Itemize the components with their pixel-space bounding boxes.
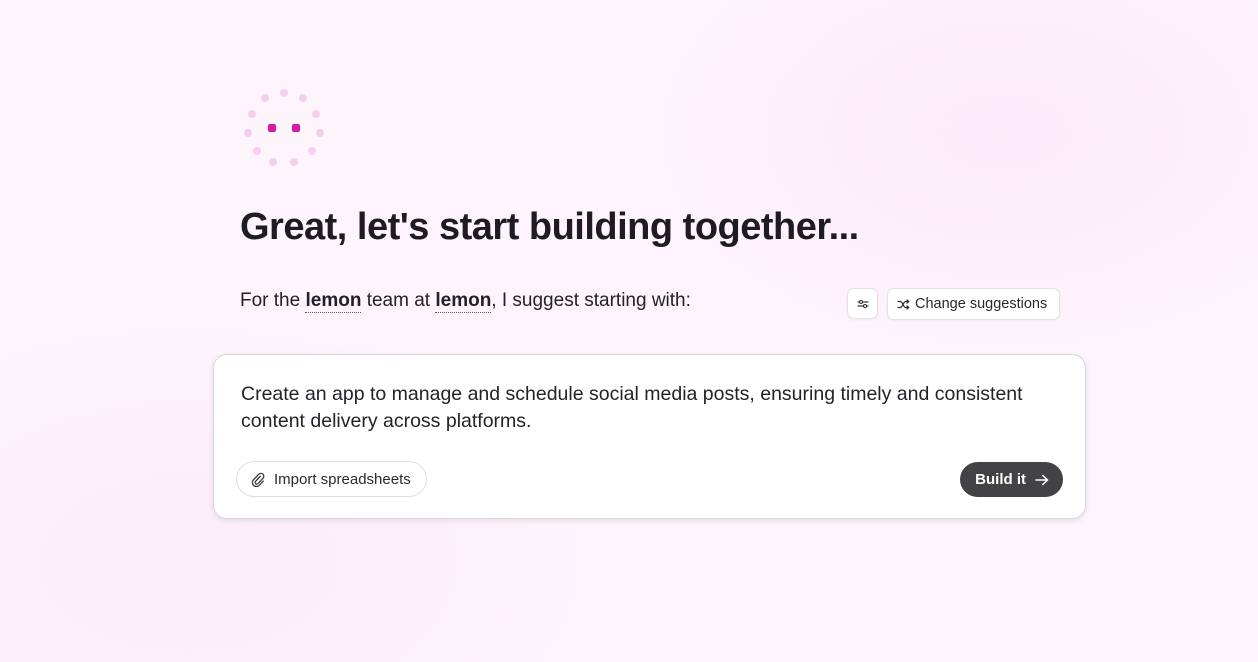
suggestion-intro: For the lemon team at lemon, I suggest s… xyxy=(240,290,691,313)
paperclip-icon xyxy=(251,472,265,487)
spinner-eye-left xyxy=(268,124,276,132)
change-suggestions-button[interactable]: Change suggestions xyxy=(887,288,1061,320)
build-it-label: Build it xyxy=(975,471,1026,488)
page-title: Great, let's start building together... xyxy=(240,206,859,248)
suggestion-card[interactable]: Create an app to manage and schedule soc… xyxy=(213,354,1086,519)
suggestion-middle: team at xyxy=(361,290,436,311)
suggestion-suffix: , I suggest starting with: xyxy=(491,290,691,311)
team-name[interactable]: lemon xyxy=(305,290,362,313)
suggestion-prompt-text: Create an app to manage and schedule soc… xyxy=(241,383,1023,432)
sliders-icon xyxy=(856,299,869,309)
suggestion-prefix: For the xyxy=(240,290,306,311)
change-suggestions-label: Change suggestions xyxy=(915,296,1048,312)
import-spreadsheets-label: Import spreadsheets xyxy=(274,470,411,488)
suggestion-settings-button[interactable] xyxy=(847,288,878,319)
loading-spinner-icon xyxy=(240,86,328,168)
import-spreadsheets-button[interactable]: Import spreadsheets xyxy=(236,461,427,497)
build-it-button[interactable]: Build it xyxy=(960,462,1063,497)
shuffle-icon xyxy=(897,298,910,310)
arrow-right-icon xyxy=(1035,474,1049,486)
company-name[interactable]: lemon xyxy=(435,290,492,313)
spinner-eye-right xyxy=(292,124,300,132)
